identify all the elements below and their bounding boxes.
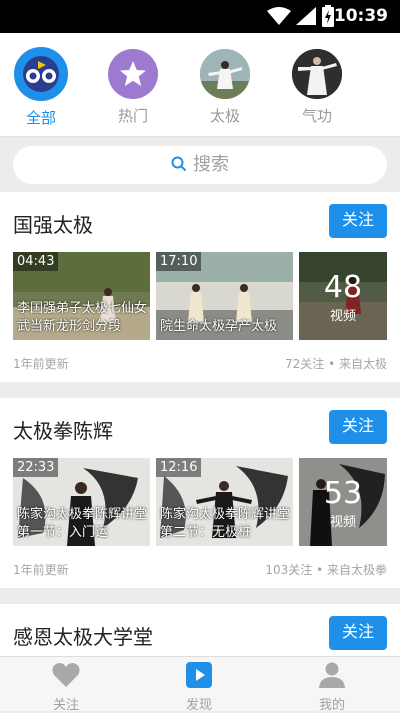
update-time: 1年前更新 bbox=[13, 563, 69, 577]
video-thumbnail[interactable]: 12:16 陈家沟太极拳陈辉讲堂 第二节：无极桩 bbox=[156, 458, 293, 546]
nav-label: 关注 bbox=[52, 698, 79, 713]
category-qigong[interactable]: 气功 bbox=[287, 49, 347, 126]
video-caption: 李国强弟子太极七仙女武当新龙形剑分段 bbox=[17, 301, 148, 334]
battery-charging-icon bbox=[322, 5, 334, 27]
video-duration: 22:33 bbox=[13, 458, 59, 477]
category-label: 全部 bbox=[25, 109, 56, 127]
follow-button[interactable]: 关注 bbox=[329, 204, 387, 238]
update-time: 1年前更新 bbox=[13, 357, 69, 371]
channel-title: 太极拳陈辉 bbox=[13, 419, 113, 443]
search-icon bbox=[171, 156, 187, 172]
bottom-nav: 关注 发现 我的 bbox=[0, 656, 400, 713]
category-label: 热门 bbox=[117, 107, 148, 125]
category-label: 气功 bbox=[301, 107, 332, 125]
heart-icon bbox=[52, 663, 80, 687]
channel-stats: 72关注 • 来自太极 bbox=[285, 357, 387, 371]
channel-card[interactable]: 国强太极 关注 04:43 李国强弟子太极七仙女武当新龙形剑分段 17:10 院… bbox=[0, 192, 400, 382]
follow-button[interactable]: 关注 bbox=[329, 410, 387, 444]
category-label: 太极 bbox=[209, 107, 240, 125]
video-thumbnail[interactable]: 22:33 陈家沟太极拳陈辉讲堂 第一节：入门运 bbox=[13, 458, 150, 546]
category-bar: 全部 热门 太极 气功 bbox=[0, 33, 400, 137]
video-count: 48 bbox=[323, 270, 363, 305]
nav-discover[interactable]: 发现 bbox=[159, 662, 239, 713]
video-duration: 17:10 bbox=[156, 252, 202, 271]
status-time: 10:39 bbox=[333, 6, 388, 26]
video-thumbnail[interactable]: 17:10 院生命太极孕产太极 bbox=[156, 252, 293, 340]
channel-card[interactable]: 太极拳陈辉 关注 22:33 陈家沟太极拳陈辉讲堂 第一节：入门运 12:16 … bbox=[0, 398, 400, 588]
category-taiji[interactable]: 太极 bbox=[195, 49, 255, 126]
video-duration: 12:16 bbox=[156, 458, 202, 477]
channel-title: 国强太极 bbox=[13, 213, 93, 237]
all-category-icon bbox=[14, 47, 68, 101]
more-videos-tile[interactable]: 48 视频 bbox=[299, 252, 387, 340]
video-count-unit: 视频 bbox=[329, 309, 356, 324]
nav-mine[interactable]: 我的 bbox=[292, 662, 372, 713]
search-area: 搜索 bbox=[0, 138, 400, 192]
wifi-icon bbox=[267, 7, 291, 25]
channel-stats: 103关注 • 来自太极拳 bbox=[265, 563, 387, 577]
search-placeholder: 搜索 bbox=[193, 154, 229, 175]
more-videos-tile[interactable]: 53 视频 bbox=[299, 458, 387, 546]
channel-title: 感恩太极大学堂 bbox=[13, 625, 153, 649]
nav-label: 我的 bbox=[318, 698, 345, 713]
search-input[interactable]: 搜索 bbox=[13, 146, 387, 184]
video-caption: 陈家沟太极拳陈辉讲堂 第一节：入门运 bbox=[17, 507, 148, 540]
video-caption: 陈家沟太极拳陈辉讲堂 第二节：无极桩 bbox=[160, 507, 291, 540]
follow-button[interactable]: 关注 bbox=[329, 616, 387, 650]
video-duration: 04:43 bbox=[13, 252, 59, 271]
channel-card[interactable]: 感恩太极大学堂 关注 bbox=[0, 604, 400, 656]
status-bar: 10:39 bbox=[0, 0, 400, 33]
video-caption: 院生命太极孕产太极 bbox=[160, 319, 278, 334]
video-count-overlay: 53 视频 bbox=[299, 458, 387, 546]
video-thumbnail[interactable]: 04:43 李国强弟子太极七仙女武当新龙形剑分段 bbox=[13, 252, 150, 340]
star-icon bbox=[108, 49, 158, 99]
nav-label: 发现 bbox=[185, 698, 212, 713]
signal-icon bbox=[296, 7, 316, 25]
qigong-category-image bbox=[292, 49, 342, 99]
play-icon bbox=[186, 662, 212, 688]
person-icon bbox=[319, 662, 345, 688]
taiji-category-image bbox=[200, 49, 250, 99]
nav-follow[interactable]: 关注 bbox=[26, 662, 106, 713]
category-all[interactable]: 全部 bbox=[11, 47, 71, 128]
category-hot[interactable]: 热门 bbox=[103, 49, 163, 126]
video-count: 53 bbox=[323, 476, 363, 511]
video-count-overlay: 48 视频 bbox=[299, 252, 387, 340]
video-count-unit: 视频 bbox=[329, 515, 356, 530]
